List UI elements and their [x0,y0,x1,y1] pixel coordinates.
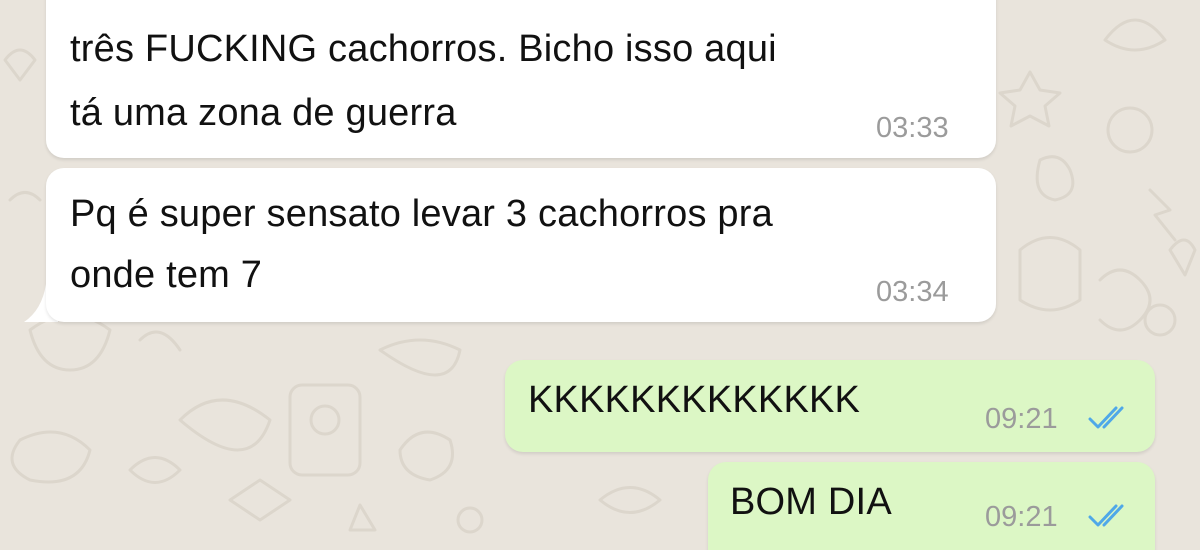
message-timestamp: 09:21 [985,501,1058,533]
message-text: BOM DIA [730,481,892,523]
message-text: tá uma zona de guerra [70,92,457,134]
message-timestamp: 03:34 [876,276,949,308]
double-check-icon [1088,406,1124,429]
message-text: Pq é super sensato levar 3 cachorros pra [70,193,773,235]
double-check-icon [1088,504,1124,527]
message-text: três FUCKING cachorros. Bicho isso aqui [70,28,777,70]
message-timestamp: 03:33 [876,112,949,144]
message-text: KKKKKKKKKKKKK [528,379,861,421]
chat-view[interactable]: três FUCKING cachorros. Bicho isso aqui … [0,0,1200,550]
message-text: onde tem 7 [70,254,263,296]
message-timestamp: 09:21 [985,403,1058,435]
